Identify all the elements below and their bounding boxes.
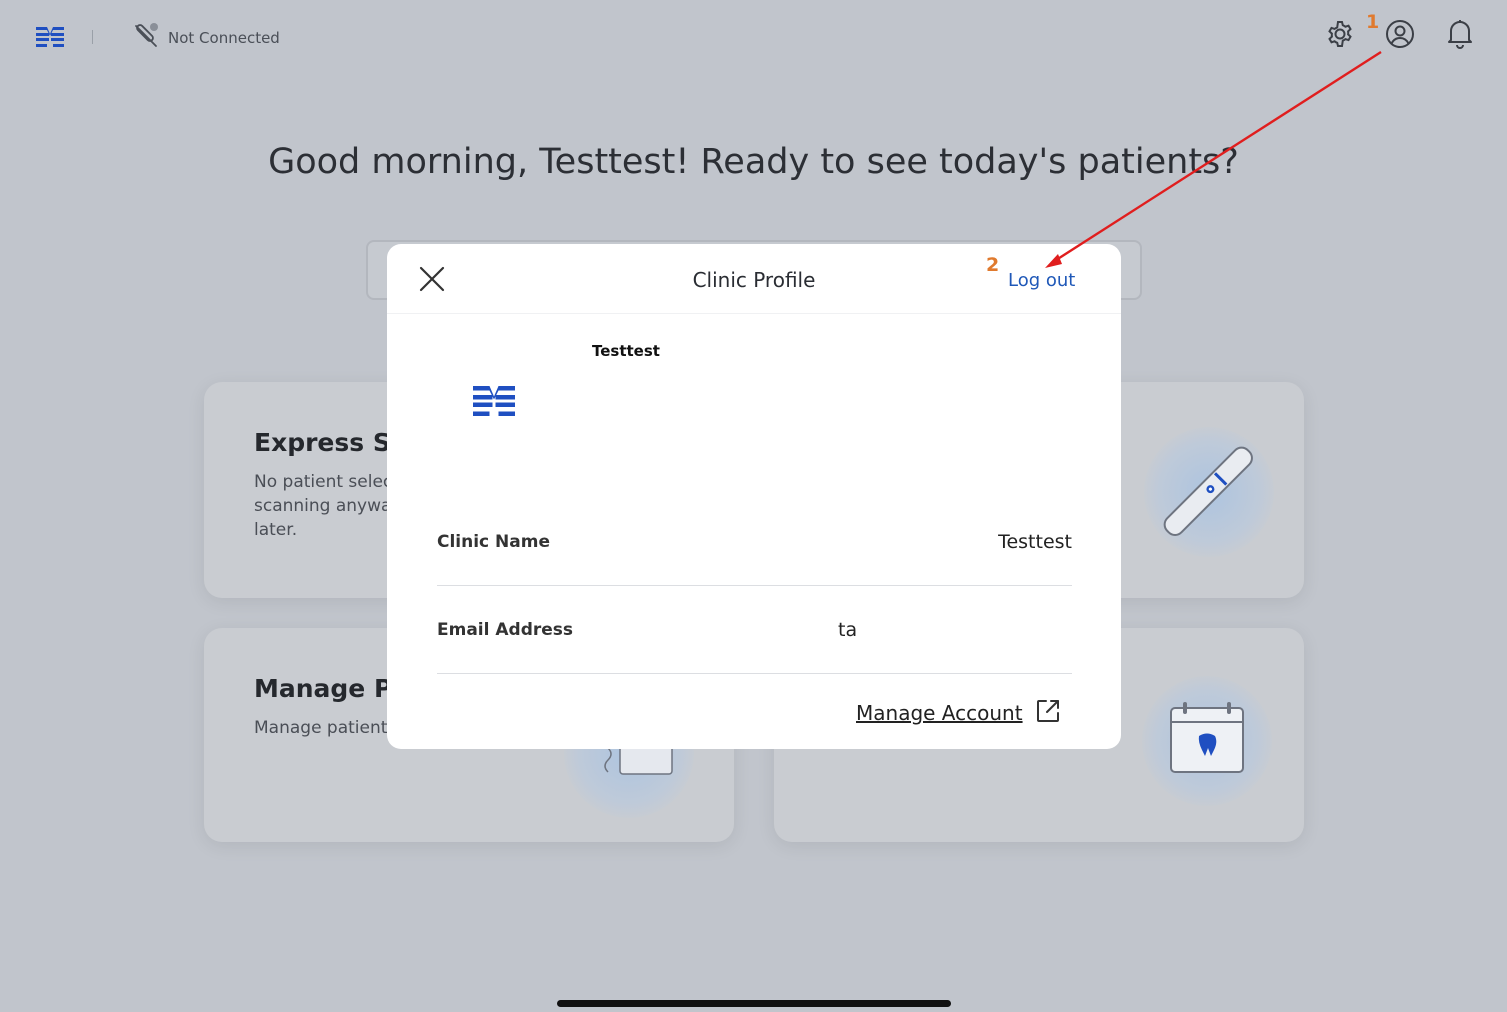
annotation-arrow — [1045, 50, 1382, 268]
home-indicator — [557, 1000, 951, 1007]
